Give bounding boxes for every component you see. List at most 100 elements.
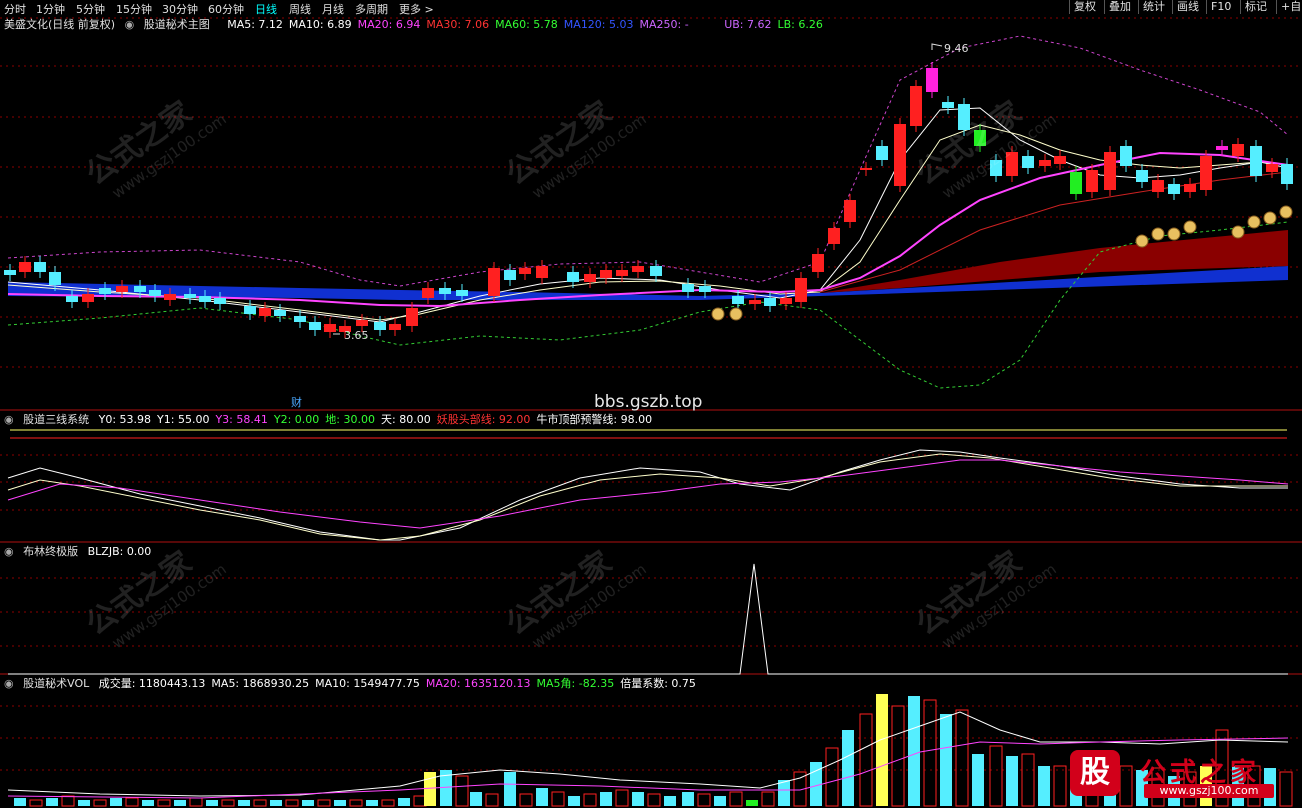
candle-body xyxy=(958,104,970,130)
money-bag-icon xyxy=(1247,215,1261,229)
volume-bar xyxy=(317,799,331,807)
sub3-indicator-name[interactable]: 股道秘术VOL xyxy=(23,677,89,690)
sub1-indicator-name[interactable]: 股道三线系统 xyxy=(23,413,89,426)
volume-bar xyxy=(1038,766,1050,806)
volume-bar xyxy=(876,694,888,806)
candle-body xyxy=(356,320,368,326)
volume-bar xyxy=(842,730,854,806)
volume-bar xyxy=(632,792,644,806)
volume-bar xyxy=(551,791,565,807)
volume-bar xyxy=(615,789,629,807)
indicator-name[interactable]: 股道秘术主图 xyxy=(144,18,210,31)
site-watermark-text: bbs.gszb.top xyxy=(594,392,703,412)
volume-bar xyxy=(778,780,790,806)
candle-body xyxy=(259,308,271,316)
candle-body xyxy=(504,270,516,280)
candle-body xyxy=(309,322,321,330)
candle-body xyxy=(19,262,31,272)
sub2-value: BLZJB: 0.00 xyxy=(87,545,152,558)
volume-bar xyxy=(891,705,905,807)
site-logo: 股 公式之家 www.gszj100.com xyxy=(1070,750,1282,798)
panel-menu-icon[interactable]: ◉ xyxy=(4,545,14,558)
candle-body xyxy=(164,294,176,300)
sub1-value: 牛市顶部预警线: 98.00 xyxy=(536,413,653,426)
candle-body xyxy=(439,288,451,294)
volume-bar xyxy=(302,800,314,806)
candle-body xyxy=(990,160,1002,176)
band-values: UB: 7.62 LB: 6.26 xyxy=(724,18,829,31)
candle-body xyxy=(1054,156,1066,164)
sub2-values: BLZJB: 0.00 xyxy=(88,545,158,558)
candle-body xyxy=(616,270,628,276)
volume-bar xyxy=(398,798,410,806)
candle-body xyxy=(244,306,256,314)
candle-body xyxy=(699,286,711,292)
sub2-indicator-name[interactable]: 布林终极版 xyxy=(23,545,78,558)
finance-marker[interactable]: 财 xyxy=(291,396,302,410)
panel-menu-icon[interactable]: ◉ xyxy=(125,18,135,31)
ma-value: MA30: 7.06 xyxy=(426,18,490,31)
sub1-value: 妖股头部线: 92.00 xyxy=(436,413,531,426)
volume-bar xyxy=(93,799,107,807)
sub1-value: Y3: 58.41 xyxy=(215,413,268,426)
candle-body xyxy=(910,86,922,126)
volume-bar xyxy=(29,799,43,807)
money-bag-icon xyxy=(1263,211,1277,225)
candle-body xyxy=(406,308,418,326)
volume-bar xyxy=(125,797,139,807)
candle-body xyxy=(1120,146,1132,166)
ma-value: MA10: 6.89 xyxy=(288,18,352,31)
volume-bar xyxy=(923,699,937,807)
candle-body xyxy=(82,294,94,302)
candle-body xyxy=(749,300,761,304)
volume-bar xyxy=(519,793,533,807)
volume-bar xyxy=(349,799,363,807)
candle-body xyxy=(519,268,531,274)
volume-bar xyxy=(366,800,378,806)
candle-body xyxy=(1152,180,1164,192)
volume-bar xyxy=(334,800,346,806)
money-bag-icon xyxy=(1135,234,1149,248)
candle-body xyxy=(1232,144,1244,156)
candle-body xyxy=(812,254,824,272)
candle-body xyxy=(374,322,386,330)
sub1-line-y0 xyxy=(7,449,1288,541)
candle-body xyxy=(567,272,579,282)
candle-body xyxy=(894,124,906,186)
volume-bar xyxy=(174,800,186,806)
volume-bar xyxy=(381,799,395,807)
volume-bar xyxy=(470,792,482,806)
candle-body xyxy=(795,278,807,302)
candle-body xyxy=(632,266,644,272)
volume-bar xyxy=(238,800,250,806)
main-panel-header: 美盛文化(日线 前复权) ◉ 股道秘术主图 MA5: 7.12 MA10: 6.8… xyxy=(4,18,835,32)
ma-value: MA120: 5.03 xyxy=(563,18,634,31)
panel-menu-icon[interactable]: ◉ xyxy=(4,413,14,426)
ma-value: MA60: 5.78 xyxy=(495,18,558,31)
ma-value: MA20: 6.94 xyxy=(357,18,421,31)
candle-body xyxy=(1070,172,1082,194)
candle-body xyxy=(294,316,306,322)
panel-menu-icon[interactable]: ◉ xyxy=(4,677,14,690)
volume-bar xyxy=(189,797,203,807)
sub2-panel-header: ◉ 布林终极版 BLZJB: 0.00 xyxy=(4,545,163,559)
candle-body xyxy=(682,284,694,292)
volume-bar xyxy=(989,745,1003,807)
candle-body xyxy=(488,268,500,296)
high-price-label: 9.46 xyxy=(944,42,969,55)
candle-body xyxy=(134,286,146,292)
candle-body xyxy=(876,146,888,160)
sub1-value: 天: 80.00 xyxy=(381,413,431,426)
candle-body xyxy=(324,324,336,332)
logo-url: www.gszj100.com xyxy=(1144,784,1274,798)
candle-body xyxy=(650,266,662,276)
volume-bar xyxy=(455,775,469,807)
volume-bar xyxy=(600,792,612,806)
volume-bar xyxy=(714,796,726,806)
volume-bar xyxy=(859,713,873,807)
volume-bar xyxy=(142,800,154,806)
volume-bar xyxy=(14,798,26,806)
volume-bar xyxy=(647,793,661,807)
volume-bar xyxy=(825,747,839,807)
stock-title[interactable]: 美盛文化(日线 前复权) xyxy=(4,18,115,31)
